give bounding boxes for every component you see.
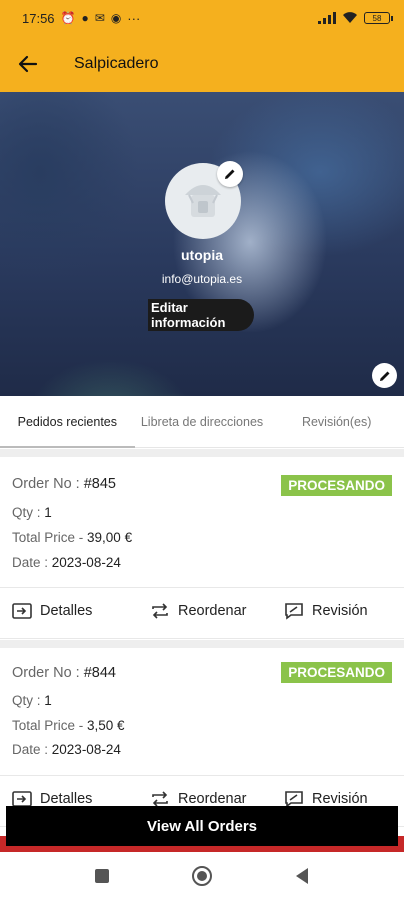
vpn-icon: ● bbox=[81, 11, 89, 25]
recents-button[interactable] bbox=[82, 856, 122, 896]
square-icon bbox=[95, 869, 109, 883]
order-number: Order No : #845 bbox=[12, 476, 116, 492]
tab-address-book[interactable]: Libreta de direcciones bbox=[135, 396, 270, 447]
mail-icon: ✉ bbox=[94, 11, 105, 25]
pencil-icon bbox=[225, 169, 235, 179]
profile-email: info@utopia.es bbox=[161, 272, 243, 286]
order-card: Order No : #845 PROCESANDO Qty : 1 Total… bbox=[0, 457, 404, 640]
battery-icon: 58 bbox=[364, 12, 393, 24]
clock: 17:56 bbox=[22, 10, 55, 26]
order-qty: Qty : 1 bbox=[12, 505, 52, 520]
page-title: Salpicadero bbox=[74, 55, 159, 72]
home-button[interactable] bbox=[182, 856, 222, 896]
card-divider bbox=[0, 640, 404, 648]
edit-info-label-line1: Editar bbox=[151, 300, 188, 315]
order-actions: Detalles Reordenar Revisión bbox=[0, 587, 404, 639]
avatar-container bbox=[165, 161, 243, 239]
app-bar: Salpicadero bbox=[0, 36, 404, 92]
review-button[interactable]: Revisión bbox=[284, 602, 368, 620]
order-info[interactable]: Order No : #844 PROCESANDO Qty : 1 Total… bbox=[0, 648, 404, 778]
details-button[interactable]: Detalles bbox=[12, 602, 92, 620]
order-info[interactable]: Order No : #845 PROCESANDO Qty : 1 Total… bbox=[0, 457, 404, 587]
triangle-back-icon bbox=[296, 868, 308, 884]
profile-header: utopia info@utopia.es Editar información bbox=[0, 92, 404, 396]
order-card: Order No : #844 PROCESANDO Qty : 1 Total… bbox=[0, 648, 404, 831]
pencil-icon bbox=[379, 371, 389, 381]
system-nav-bar bbox=[0, 852, 404, 900]
arrow-left-icon bbox=[18, 55, 38, 73]
view-all-orders-button[interactable]: View All Orders bbox=[6, 806, 398, 846]
profile-name: utopia bbox=[181, 247, 223, 263]
order-total-price: Total Price - 3,50 € bbox=[12, 718, 125, 733]
review-icon bbox=[285, 603, 303, 620]
status-badge: PROCESANDO bbox=[281, 475, 392, 496]
more-notifications-icon: ··· bbox=[127, 10, 141, 26]
reorder-button[interactable]: Reordenar bbox=[150, 602, 247, 620]
messenger-icon: ◉ bbox=[110, 11, 122, 25]
battery-level: 58 bbox=[372, 13, 382, 23]
order-number: Order No : #844 bbox=[12, 665, 116, 681]
signal-icon bbox=[318, 12, 336, 24]
back-button[interactable] bbox=[0, 36, 56, 92]
tab-reviews[interactable]: Revisión(es) bbox=[269, 396, 404, 447]
cover-edit-button[interactable] bbox=[372, 363, 397, 388]
alarm-icon: ⏰ bbox=[60, 11, 76, 25]
order-total-price: Total Price - 39,00 € bbox=[12, 530, 133, 545]
avatar-edit-button[interactable] bbox=[217, 161, 243, 187]
order-date: Date : 2023-08-24 bbox=[12, 742, 121, 757]
edit-info-label-line2: información bbox=[151, 315, 226, 330]
section-divider bbox=[0, 449, 404, 457]
order-qty: Qty : 1 bbox=[12, 693, 52, 708]
back-nav-button[interactable] bbox=[282, 856, 322, 896]
tab-bar: Pedidos recientes Libreta de direcciones… bbox=[0, 396, 404, 448]
repeat-icon bbox=[152, 603, 168, 619]
tab-recent-orders[interactable]: Pedidos recientes bbox=[0, 396, 135, 448]
wifi-icon bbox=[343, 12, 357, 23]
status-badge: PROCESANDO bbox=[281, 662, 392, 683]
edit-info-button[interactable]: Editar información bbox=[148, 299, 254, 331]
order-date: Date : 2023-08-24 bbox=[12, 555, 121, 570]
details-icon bbox=[12, 603, 32, 619]
home-circle-icon bbox=[192, 866, 212, 886]
status-bar: 17:56 ⏰ ● ✉ ◉ ··· 58 bbox=[0, 0, 404, 36]
